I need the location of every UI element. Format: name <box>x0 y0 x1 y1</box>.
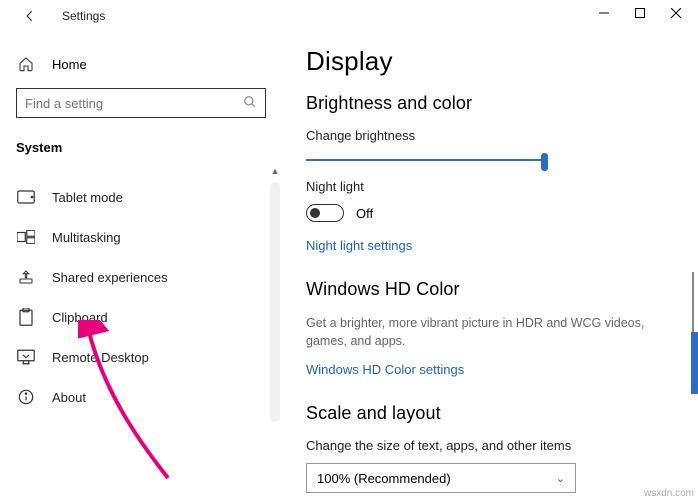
scale-selected-value: 100% (Recommended) <box>317 471 451 486</box>
section-scale-title: Scale and layout <box>306 403 698 424</box>
search-input[interactable] <box>25 96 243 111</box>
back-arrow-icon <box>23 9 37 23</box>
content-area: Display Brightness and color Change brig… <box>282 32 698 501</box>
nav-item-about[interactable]: About <box>0 377 282 417</box>
title-bar: Settings <box>0 0 698 32</box>
sidebar: Home System Tablet mode Multitasking <box>0 32 282 501</box>
hd-description: Get a brighter, more vibrant picture in … <box>306 314 666 350</box>
night-light-label: Night light <box>306 179 698 194</box>
search-icon <box>243 95 257 112</box>
nav-item-label: Tablet mode <box>52 190 123 205</box>
nav-item-clipboard[interactable]: Clipboard <box>0 297 282 337</box>
nav-item-label: About <box>52 390 86 405</box>
page-title: Display <box>306 46 698 77</box>
brightness-slider[interactable] <box>306 153 548 167</box>
clipboard-icon <box>16 308 36 326</box>
maximize-button[interactable] <box>622 0 658 26</box>
scale-change-label: Change the size of text, apps, and other… <box>306 438 698 453</box>
nav-item-multitasking[interactable]: Multitasking <box>0 217 282 257</box>
minimize-button[interactable] <box>586 0 622 26</box>
share-icon <box>16 268 36 286</box>
app-title: Settings <box>62 9 105 23</box>
sidebar-section-header: System <box>0 132 282 165</box>
nav-home[interactable]: Home <box>0 50 282 78</box>
nav-item-shared-experiences[interactable]: Shared experiences <box>0 257 282 297</box>
nav-item-label: Shared experiences <box>52 270 168 285</box>
scale-select[interactable]: 100% (Recommended) ⌄ <box>306 463 576 493</box>
multitasking-icon <box>16 228 36 246</box>
scroll-up-icon[interactable]: ▲ <box>270 166 280 176</box>
nav-item-label: Clipboard <box>52 310 108 325</box>
toggle-knob <box>310 208 320 218</box>
home-icon <box>16 56 36 72</box>
info-icon <box>16 388 36 406</box>
close-button[interactable] <box>658 0 694 26</box>
watermark: wsxdn.com <box>644 488 694 499</box>
back-button[interactable] <box>18 4 42 28</box>
nav-home-label: Home <box>52 57 87 72</box>
tablet-icon <box>16 188 36 206</box>
hd-settings-link[interactable]: Windows HD Color settings <box>306 362 464 377</box>
nav-item-tablet-mode[interactable]: Tablet mode <box>0 177 282 217</box>
search-box[interactable] <box>16 88 266 118</box>
toggle-state-label: Off <box>356 206 373 221</box>
slider-thumb[interactable] <box>541 153 548 171</box>
nav-item-label: Remote Desktop <box>52 350 149 365</box>
night-light-toggle[interactable] <box>306 204 344 222</box>
window-controls <box>586 0 694 26</box>
night-light-settings-link[interactable]: Night light settings <box>306 238 412 253</box>
nav-item-remote-desktop[interactable]: Remote Desktop <box>0 337 282 377</box>
slider-rail <box>306 159 548 161</box>
sidebar-scrollbar[interactable]: ▲ <box>270 182 280 422</box>
close-icon <box>671 8 681 18</box>
section-hd-title: Windows HD Color <box>306 279 698 300</box>
minimize-icon <box>599 8 609 18</box>
maximize-icon <box>635 8 645 18</box>
nav-item-label: Multitasking <box>52 230 121 245</box>
nav-list: Tablet mode Multitasking Shared experien… <box>0 177 282 417</box>
content-scrollbar-thumb[interactable] <box>691 332 698 394</box>
section-brightness-title: Brightness and color <box>306 93 698 114</box>
change-brightness-label: Change brightness <box>306 128 698 143</box>
chevron-down-icon: ⌄ <box>556 472 565 485</box>
remote-desktop-icon <box>16 348 36 366</box>
